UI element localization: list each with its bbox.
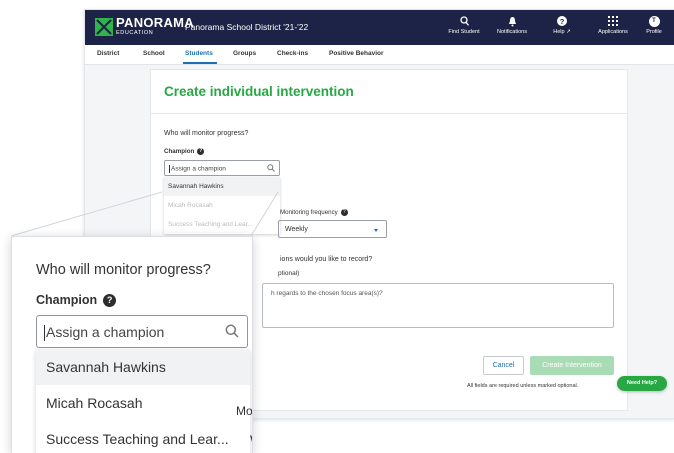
- zoom-champion-option[interactable]: Micah Rocasah: [36, 385, 250, 421]
- zoom-champion-option[interactable]: Success Teaching and Lear...: [36, 421, 250, 453]
- zoom-partial-monitoring-label: Mon: [236, 404, 253, 418]
- search-icon: [225, 324, 239, 341]
- zoom-champion-placeholder: Assign a champion: [46, 324, 165, 340]
- zoom-champion-search-input[interactable]: Assign a champion: [36, 315, 248, 348]
- zoom-champion-label-text: Champion: [36, 293, 98, 307]
- info-icon[interactable]: ?: [103, 294, 117, 308]
- zoom-champion-label: Champion?: [36, 293, 117, 308]
- zoom-partial-frequency-value: We: [250, 432, 252, 448]
- zoom-champion-option[interactable]: Savannah Hawkins: [36, 349, 250, 385]
- text-cursor: [44, 325, 45, 342]
- zoom-champion-dropdown: Savannah Hawkins Micah Rocasah Success T…: [36, 349, 250, 453]
- zoom-monitor-question: Who will monitor progress?: [36, 262, 211, 278]
- zoom-callout: Who will monitor progress? Champion? Ass…: [11, 236, 253, 453]
